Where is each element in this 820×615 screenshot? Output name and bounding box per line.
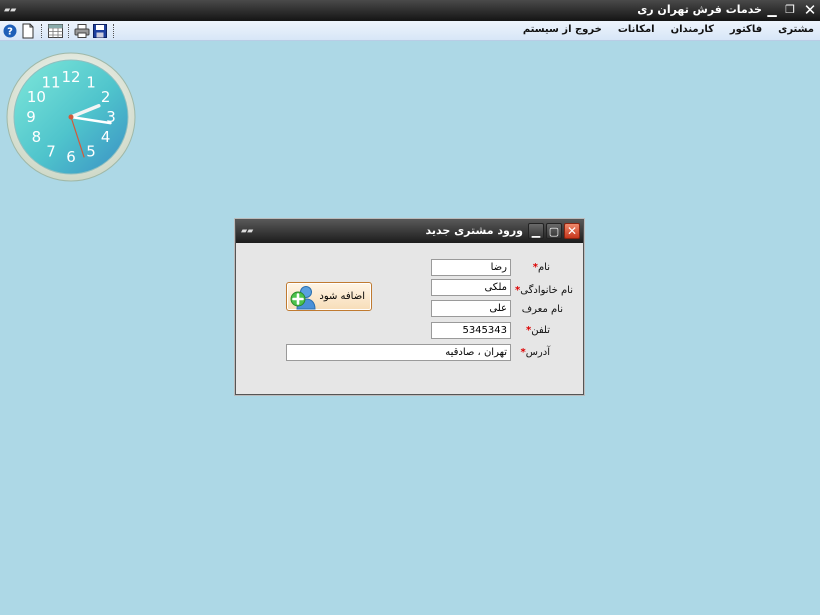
grid-icon[interactable] xyxy=(47,23,63,39)
print-icon[interactable] xyxy=(74,23,90,39)
add-customer-button-label: اضافه شود xyxy=(319,291,365,302)
app-icon[interactable]: ▰▰ xyxy=(4,5,16,14)
dialog-app-icon: ▰▰ xyxy=(241,226,254,235)
phone-input[interactable] xyxy=(431,322,511,339)
clock-numeral-11: 11 xyxy=(41,73,60,91)
window-title: خدمات فرش تهران ری xyxy=(637,3,762,16)
first-name-label: نام* xyxy=(532,262,550,273)
clock-numeral-2: 2 xyxy=(101,88,111,106)
menu-employees[interactable]: کارمندان xyxy=(671,24,714,35)
new-document-icon[interactable] xyxy=(20,23,36,39)
dialog-close-button[interactable]: ✕ xyxy=(564,223,580,239)
toolbar: ? xyxy=(2,22,117,40)
clock-numeral-9: 9 xyxy=(26,108,36,126)
clock-numeral-5: 5 xyxy=(86,143,96,161)
address-input[interactable] xyxy=(286,344,511,361)
restore-button[interactable]: ❐ xyxy=(782,2,798,18)
dialog-minimize-button[interactable]: ▁ xyxy=(528,223,544,239)
first-name-input[interactable] xyxy=(431,259,511,276)
referrer-label: نام معرف xyxy=(521,304,563,315)
clock-numeral-6: 6 xyxy=(66,148,76,166)
referrer-input[interactable] xyxy=(431,300,511,317)
add-customer-button[interactable]: اضافه شود xyxy=(286,282,372,311)
save-icon[interactable] xyxy=(92,23,108,39)
address-label: آدرس* xyxy=(520,347,550,358)
analog-clock: 12 1 2 3 4 5 6 7 8 9 10 11 xyxy=(6,52,136,182)
clock-numeral-1: 1 xyxy=(86,73,96,91)
dialog-title: ورود مشتری جدید xyxy=(425,224,524,237)
add-user-icon xyxy=(290,284,316,310)
clock-numeral-4: 4 xyxy=(101,128,111,146)
new-customer-dialog: ▰▰ ورود مشتری جدید ▁ ▢ ✕ نام* نام خانواد… xyxy=(235,219,584,395)
menu-exit[interactable]: خروج از سیستم xyxy=(523,24,602,35)
main-title-bar: ▰▰ خدمات فرش تهران ری ▁ ❐ ✕ xyxy=(0,0,820,21)
menu-facilities[interactable]: امکانات xyxy=(618,24,655,35)
dialog-title-bar[interactable]: ▰▰ ورود مشتری جدید ▁ ▢ ✕ xyxy=(236,220,583,243)
main-menu: مشتری فاکتور کارمندان امکانات خروج از سی… xyxy=(523,24,814,35)
dialog-maximize-button[interactable]: ▢ xyxy=(546,223,562,239)
last-name-label: نام خانوادگی* xyxy=(515,285,573,296)
clock-center xyxy=(68,114,74,120)
help-icon[interactable]: ? xyxy=(2,23,18,39)
clock-numeral-8: 8 xyxy=(32,128,42,146)
minimize-button[interactable]: ▁ xyxy=(764,2,780,18)
menu-bar: ? مشتری فاکتور کارمندان امکانات خروج از … xyxy=(0,21,820,41)
toolbar-separator xyxy=(68,24,69,38)
last-name-input[interactable] xyxy=(431,279,511,296)
svg-text:?: ? xyxy=(7,27,13,38)
clock-numeral-12: 12 xyxy=(61,68,80,86)
menu-invoice[interactable]: فاکتور xyxy=(730,24,762,35)
clock-numeral-7: 7 xyxy=(46,143,56,161)
menu-customer[interactable]: مشتری xyxy=(778,24,814,35)
phone-label: تلفن* xyxy=(526,325,550,336)
toolbar-separator xyxy=(113,24,114,38)
toolbar-separator xyxy=(41,24,42,38)
close-button[interactable]: ✕ xyxy=(802,2,818,18)
